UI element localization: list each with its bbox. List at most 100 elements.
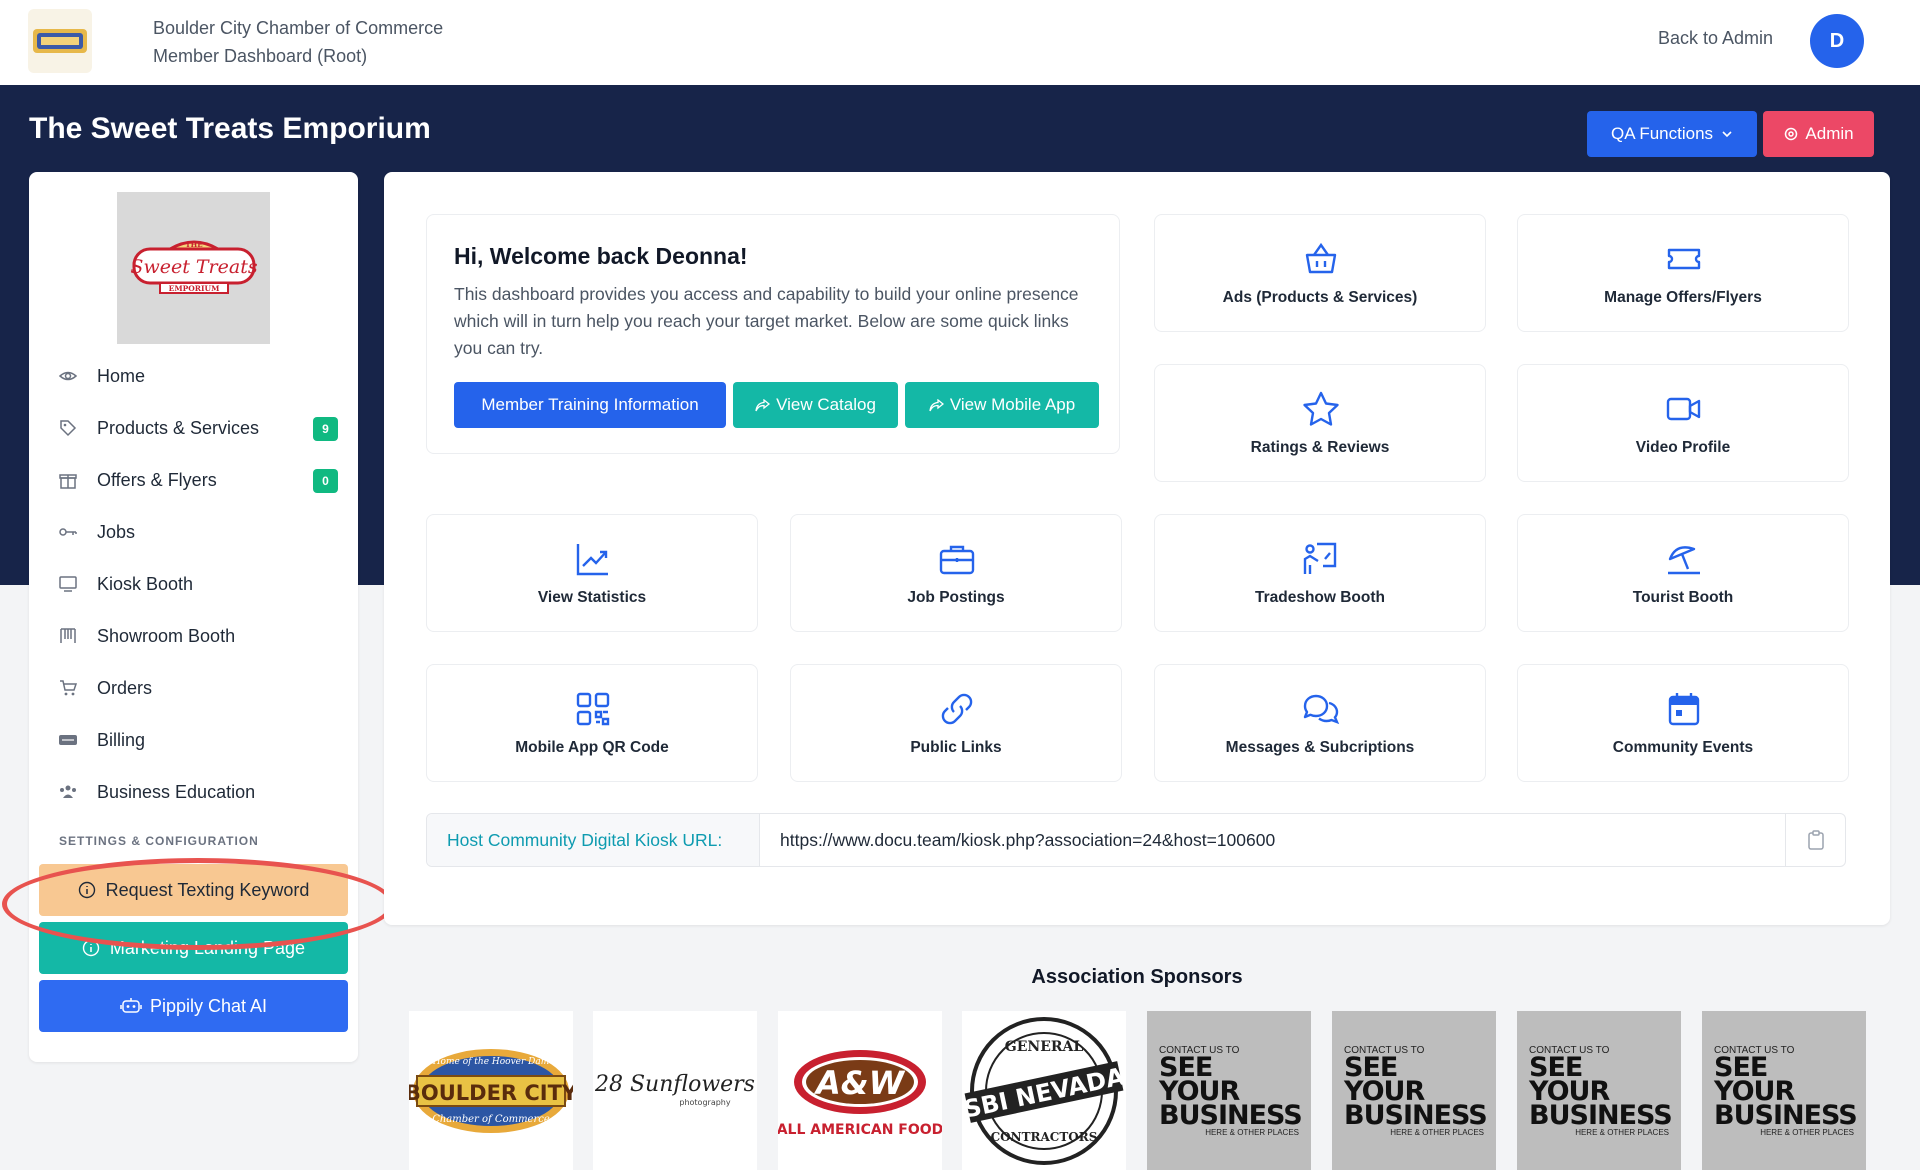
sidebar-item-label: Showroom Booth <box>97 625 236 646</box>
main-panel: Hi, Welcome back Deonna! This dashboard … <box>384 172 1890 925</box>
placeholder-line-2: BUSINESS <box>1159 1099 1303 1131</box>
sidebar-item-label: Business Education <box>97 781 256 802</box>
org-name: Boulder City Chamber of Commerce <box>153 18 444 38</box>
sponsor-placeholder[interactable]: CONTACT US TO SEE YOUR BUSINESS HERE & O… <box>1147 1011 1311 1170</box>
presentation-icon <box>1301 539 1341 579</box>
kiosk-url-group: Host Community Digital Kiosk URL: https:… <box>426 813 1846 867</box>
sponsor-logo-boulder-city[interactable]: Home of the Hoover Dam BOULDER CITY Cham… <box>409 1011 573 1170</box>
back-to-admin-link[interactable]: Back to Admin <box>1658 28 1773 49</box>
tile-offers[interactable]: Manage Offers/Flyers <box>1517 214 1849 332</box>
stripe-icon <box>57 729 79 751</box>
count-badge: 9 <box>313 417 338 441</box>
admin-button[interactable]: Admin <box>1763 111 1874 157</box>
sponsors-heading: Association Sponsors <box>1031 966 1243 988</box>
sponsor-subtitle: CONTRACTORS <box>991 1130 1098 1144</box>
tile-qr-code[interactable]: Mobile App QR Code <box>426 664 758 782</box>
sponsor-tagline: GENERAL <box>1005 1039 1084 1055</box>
basket-icon <box>1301 239 1341 279</box>
tile-ratings[interactable]: Ratings & Reviews <box>1154 364 1486 482</box>
tag-icon <box>57 417 79 439</box>
settings-section-label: SETTINGS & CONFIGURATION <box>59 834 259 848</box>
sponsor-logo-sbi-nevada[interactable]: GENERAL SBI NEVADA CONTRACTORS <box>962 1011 1126 1170</box>
tile-job-postings[interactable]: Job Postings <box>790 514 1122 632</box>
sidebar-item-home[interactable]: Home <box>29 350 358 402</box>
eye-icon <box>57 365 79 387</box>
placeholder-line-2: BUSINESS <box>1344 1099 1488 1131</box>
qa-functions-button[interactable]: QA Functions <box>1587 111 1757 157</box>
sponsor-name: A&W <box>813 1064 906 1102</box>
sidebar-item-label: Billing <box>97 729 146 750</box>
sponsor-placeholder[interactable]: CONTACT US TO SEE YOUR BUSINESS HERE & O… <box>1702 1011 1866 1170</box>
cart-icon <box>57 677 79 699</box>
briefcase-icon <box>937 539 977 579</box>
sidebar-item-jobs[interactable]: Jobs <box>29 506 358 558</box>
tile-label: View Statistics <box>537 589 647 606</box>
ticket-icon <box>1664 239 1704 279</box>
placeholder-line-1: SEE YOUR <box>1529 1051 1610 1107</box>
sponsor-subtitle: photography <box>679 1098 730 1107</box>
member-training-label: Member Training Information <box>481 395 699 414</box>
copy-button[interactable] <box>1785 814 1845 866</box>
kiosk-url-field[interactable]: https://www.docu.team/kiosk.php?associat… <box>780 814 1275 866</box>
member-training-button[interactable]: Member Training Information <box>454 382 726 428</box>
sponsor-placeholder[interactable]: CONTACT US TO SEE YOUR BUSINESS HERE & O… <box>1332 1011 1496 1170</box>
chevron-down-icon <box>1722 131 1732 138</box>
placeholder-line-2: BUSINESS <box>1529 1099 1673 1131</box>
tile-label: Ads (Products & Services) <box>1222 289 1418 306</box>
count-badge: 0 <box>313 469 338 493</box>
chamber-logo[interactable] <box>28 9 92 73</box>
share-icon <box>755 398 771 411</box>
sidebar-item-orders[interactable]: Orders <box>29 662 358 714</box>
sponsor-subtitle: ALL AMERICAN FOOD <box>778 1122 942 1138</box>
sidebar-item-billing[interactable]: Billing <box>29 714 358 766</box>
qa-functions-label: QA Functions <box>1610 124 1714 143</box>
business-logo-name: Sweet Treats <box>130 256 257 278</box>
sidebar-item-education[interactable]: Business Education <box>29 766 358 818</box>
sponsor-logo-28-sunflowers[interactable]: 28 Sunflowers photography <box>593 1011 757 1170</box>
top-bar: Boulder City Chamber of Commerce Member … <box>0 0 1920 85</box>
tile-label: Community Events <box>1612 739 1754 756</box>
placeholder-line-1: SEE YOUR <box>1159 1051 1240 1107</box>
tile-ads[interactable]: Ads (Products & Services) <box>1154 214 1486 332</box>
see-your-business-card: CONTACT US TO SEE YOUR BUSINESS HERE & O… <box>1344 1045 1488 1137</box>
sidebar-item-label: Offers & Flyers <box>97 469 217 490</box>
placeholder-line-1: SEE YOUR <box>1344 1051 1425 1107</box>
view-mobile-app-button[interactable]: View Mobile App <box>905 382 1099 428</box>
tile-public-links[interactable]: Public Links <box>790 664 1122 782</box>
org-heading: Boulder City Chamber of Commerce Member … <box>153 14 443 70</box>
sidebar-item-kiosk[interactable]: Kiosk Booth <box>29 558 358 610</box>
see-your-business-card: CONTACT US TO SEE YOUR BUSINESS HERE & O… <box>1529 1045 1673 1137</box>
highlight-ring <box>2 858 394 950</box>
sidebar-nav: Home Products & Services 9 Offers & Flye… <box>29 350 358 818</box>
tile-statistics[interactable]: View Statistics <box>426 514 758 632</box>
gear-icon <box>1785 127 1798 141</box>
tile-community-events[interactable]: Community Events <box>1517 664 1849 782</box>
view-catalog-button[interactable]: View Catalog <box>733 382 898 428</box>
sponsor-placeholder[interactable]: CONTACT US TO SEE YOUR BUSINESS HERE & O… <box>1517 1011 1681 1170</box>
user-avatar[interactable]: D <box>1810 14 1864 68</box>
sidebar-item-offers[interactable]: Offers & Flyers 0 <box>29 454 358 506</box>
tile-tourist[interactable]: Tourist Booth <box>1517 514 1849 632</box>
users-icon <box>57 781 79 803</box>
welcome-heading: Hi, Welcome back Deonna! <box>454 243 748 269</box>
business-logo-emporium: EMPORIUM <box>168 284 219 293</box>
sponsor-tagline: Home of the Hoover Dam <box>432 1057 550 1067</box>
clipboard-icon <box>1807 830 1824 850</box>
tile-label: Video Profile <box>1635 439 1731 456</box>
tile-label: Manage Offers/Flyers <box>1604 289 1762 306</box>
sidebar-item-showroom[interactable]: Showroom Booth <box>29 610 358 662</box>
qr-icon <box>573 689 613 729</box>
tile-tradeshow[interactable]: Tradeshow Booth <box>1154 514 1486 632</box>
tile-label: Tourist Booth <box>1632 589 1734 606</box>
tile-messages[interactable]: Messages & Subcriptions <box>1154 664 1486 782</box>
sidebar-item-products[interactable]: Products & Services 9 <box>29 402 358 454</box>
link-icon <box>937 689 977 729</box>
sidebar-item-label: Home <box>97 365 146 386</box>
sidebar-item-label: Products & Services <box>97 417 260 438</box>
business-logo: THE Sweet Treats EMPORIUM <box>117 192 270 344</box>
admin-label: Admin <box>1805 124 1854 143</box>
sponsor-name: 28 Sunflowers <box>594 1072 755 1097</box>
sponsor-logo-aw[interactable]: A&W ALL AMERICAN FOOD <box>778 1011 942 1170</box>
pippily-chat-ai-label: Pippily Chat AI <box>149 995 268 1016</box>
tile-video[interactable]: Video Profile <box>1517 364 1849 482</box>
